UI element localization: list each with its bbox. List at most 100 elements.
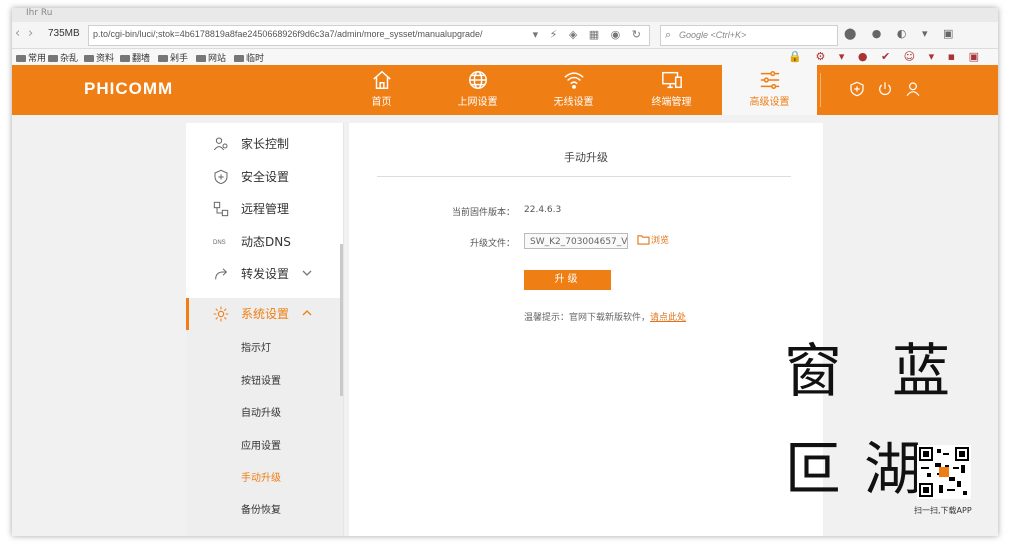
- bookmark-item[interactable]: 网站: [196, 51, 226, 64]
- search-field[interactable]: ⌕ Google <Ctrl+K>: [660, 25, 838, 46]
- nav-wireless-label: 无线设置: [553, 97, 594, 108]
- url-bar-icons[interactable]: ▾ ⚡ ◈ ▦ ◉ ↻: [533, 28, 645, 41]
- router-top-nav: PHICOMM 首页 上网设置 无线设置 终端管理 高级设置: [12, 65, 998, 115]
- user-icon[interactable]: [905, 81, 921, 101]
- nav-wireless[interactable]: 无线设置: [526, 65, 621, 115]
- submenu-item-led[interactable]: 指示灯: [241, 339, 271, 354]
- shield-icon: [214, 169, 228, 185]
- sidebar-label: 系统设置: [241, 307, 290, 321]
- browser-tab-strip: Ihr Ru: [12, 8, 998, 22]
- nav-devices-label: 终端管理: [651, 97, 692, 108]
- nav-devices[interactable]: 终端管理: [624, 65, 719, 115]
- chevron-down-icon: [302, 270, 312, 276]
- url-text: p.to/cgi-bin/luci/;stok=4b6178819a8fae24…: [93, 29, 483, 39]
- sidebar-label: 动态DNS: [241, 235, 291, 249]
- parent-control-icon: [213, 137, 228, 151]
- folder-icon: [196, 55, 206, 62]
- sidebar-scrollbar[interactable]: [340, 244, 343, 396]
- url-field[interactable]: p.to/cgi-bin/luci/;stok=4b6178819a8fae24…: [88, 25, 650, 46]
- nav-home-label: 首页: [371, 97, 392, 108]
- sidebar-label: 家长控制: [241, 137, 290, 151]
- download-link[interactable]: 请点此处: [650, 313, 686, 323]
- forward-icon[interactable]: ›: [28, 26, 33, 41]
- title-divider: [377, 176, 791, 177]
- svg-text:DNS: DNS: [213, 240, 226, 246]
- memory-indicator: 735MB: [48, 28, 80, 39]
- search-icon: ⌕: [665, 28, 672, 41]
- bookmark-item[interactable]: 剁手: [158, 51, 188, 64]
- sidebar-item-forwarding[interactable]: 转发设置: [186, 258, 343, 290]
- bookmark-item[interactable]: 资料: [84, 51, 114, 64]
- watermark-char: 湖: [864, 435, 923, 503]
- extension-icons[interactable]: ⬤ ● ◐ ▾ ▣: [844, 27, 959, 40]
- screenshot-frame: Ihr Ru ‹ › 735MB p.to/cgi-bin/luci/;stok…: [12, 8, 998, 536]
- devices-icon: [661, 71, 682, 89]
- submenu-item-buttons[interactable]: 按钮设置: [241, 372, 281, 387]
- sidebar-item-ddns[interactable]: DNS 动态DNS: [186, 226, 343, 258]
- sidebar-label: 转发设置: [241, 267, 290, 281]
- browse-label: 浏览: [651, 236, 670, 246]
- browser-address-bar: ‹ › 735MB p.to/cgi-bin/luci/;stok=4b6178…: [12, 22, 998, 49]
- forward-icon: [215, 268, 228, 280]
- folder-icon: [120, 55, 130, 62]
- security-shield-icon[interactable]: [849, 81, 865, 101]
- folder-open-icon: [637, 235, 650, 245]
- submenu-item-backup-restore[interactable]: 备份恢复: [241, 501, 281, 516]
- hint-text: 温馨提示：官网下载新版软件，: [524, 313, 651, 323]
- submenu-item-app-settings[interactable]: 应用设置: [241, 437, 281, 452]
- sidebar-item-parental-control[interactable]: 家长控制: [186, 128, 343, 160]
- manual-upgrade-panel: 手动升级 当前固件版本： 22.4.6.3 升级文件： SW_K2_703004…: [349, 123, 823, 536]
- submenu-item-manual-upgrade[interactable]: 手动升级: [241, 469, 281, 484]
- sidebar-label: 安全设置: [241, 170, 290, 184]
- watermark-char: 叵: [784, 435, 843, 503]
- page-title: 手动升级: [564, 151, 608, 164]
- qr-caption: 扫一扫,下载APP: [914, 506, 972, 515]
- upgrade-file-field[interactable]: SW_K2_703004657_V: [524, 233, 628, 249]
- bookmark-item[interactable]: 翻墙: [120, 51, 150, 64]
- bookmark-item[interactable]: 临时: [234, 51, 264, 64]
- sidebar-item-system[interactable]: 系统设置: [186, 298, 343, 330]
- sliders-icon: [760, 71, 779, 89]
- qr-code-icon: [917, 445, 971, 499]
- brand-logo: PHICOMM: [84, 79, 174, 98]
- bookmarks-bar: 常用 杂乱 资料 翻墙 剁手 网站 临时 🔒 ⚙ ▾ ● ✔ ☺ ▾ ▪ ▣: [12, 49, 998, 66]
- system-submenu: 指示灯 按钮设置 自动升级 应用设置 手动升级 备份恢复: [186, 330, 343, 536]
- folder-icon: [48, 55, 58, 62]
- nav-internet[interactable]: 上网设置: [430, 65, 525, 115]
- nav-divider: [820, 73, 821, 107]
- back-icon[interactable]: ‹: [15, 26, 20, 41]
- gear-icon: [213, 306, 229, 322]
- sidebar-item-remote[interactable]: 远程管理: [186, 193, 343, 225]
- upgrade-hint: 温馨提示：官网下载新版软件，请点此处: [524, 310, 686, 323]
- settings-sidebar: 家长控制 安全设置 远程管理 DNS 动态DNS 转发设置 系统设置 指示灯 按…: [186, 123, 344, 536]
- sidebar-item-security[interactable]: 安全设置: [186, 161, 343, 193]
- folder-icon: [158, 55, 168, 62]
- folder-icon: [234, 55, 244, 62]
- dns-icon: DNS: [213, 240, 226, 246]
- nav-home[interactable]: 首页: [334, 65, 429, 115]
- power-icon[interactable]: [877, 81, 893, 101]
- upgrade-file-label: 升级文件：: [469, 239, 515, 249]
- bookmark-item[interactable]: 常用: [16, 51, 46, 64]
- folder-icon: [84, 55, 94, 62]
- browse-button[interactable]: 浏览: [637, 233, 669, 246]
- nav-advanced[interactable]: 高级设置: [722, 65, 817, 115]
- watermark-char: 蓝: [892, 337, 951, 405]
- remote-icon: [213, 201, 229, 217]
- watermark-char: 窗: [784, 337, 843, 405]
- browser-tab-title[interactable]: Ihr Ru: [26, 8, 52, 18]
- firmware-version-value: 22.4.6.3: [524, 205, 562, 215]
- search-placeholder: Google <Ctrl+K>: [679, 30, 747, 40]
- bookmark-item[interactable]: 杂乱: [48, 51, 78, 64]
- nav-advanced-label: 高级设置: [749, 97, 790, 108]
- globe-icon: [468, 71, 487, 89]
- toolbar-tool-icons[interactable]: 🔒 ⚙ ▾ ● ✔ ☺ ▾ ▪ ▣: [788, 50, 984, 63]
- chevron-up-icon: [302, 310, 312, 316]
- nav-internet-label: 上网设置: [457, 97, 498, 108]
- upgrade-button[interactable]: 升级: [524, 270, 611, 290]
- wifi-icon: [563, 72, 584, 89]
- home-icon: [372, 70, 391, 89]
- submenu-item-auto-upgrade[interactable]: 自动升级: [241, 404, 281, 419]
- firmware-version-label: 当前固件版本：: [451, 208, 515, 218]
- folder-icon: [16, 55, 26, 62]
